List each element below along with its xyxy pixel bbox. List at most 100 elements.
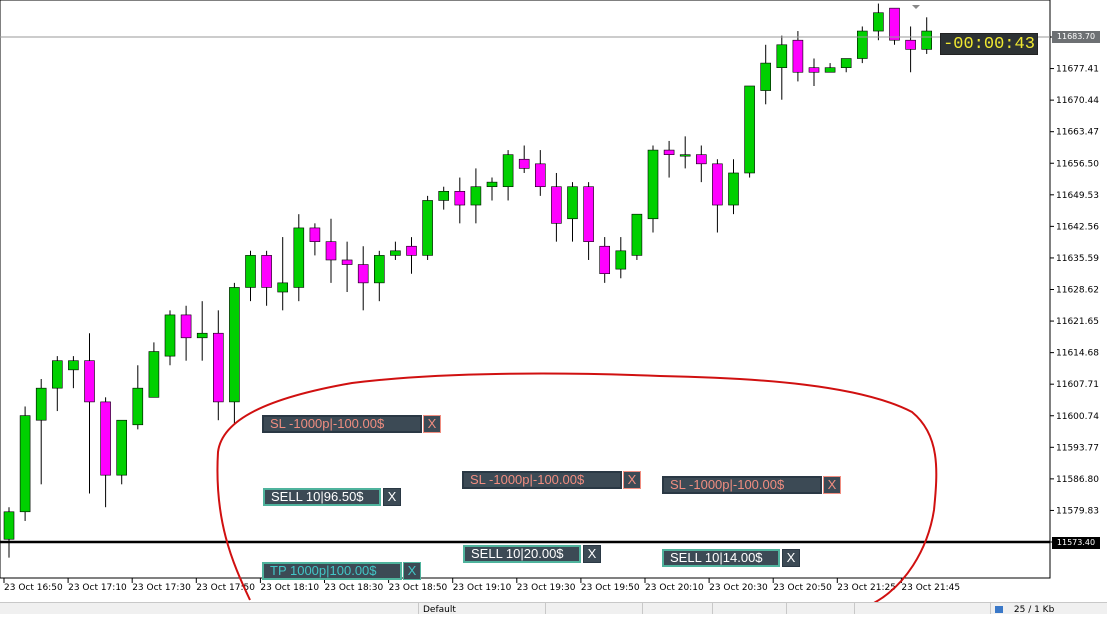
status-cell — [642, 603, 715, 614]
candle-body — [905, 39, 916, 50]
time-tick-label: 23 Oct 20:10 — [645, 583, 704, 593]
sell-order-label-1[interactable]: SELL 10|96.50$ — [263, 488, 381, 506]
status-cell — [545, 603, 645, 614]
connection-status[interactable]: 25 / 1 Kb — [990, 603, 1105, 615]
status-bar: Default 25 / 1 Kb — [0, 602, 1107, 615]
candle-body — [486, 181, 498, 188]
price-tick-label: 11663.47 — [1056, 128, 1099, 138]
candle-body — [277, 282, 289, 293]
price-tick-label: 11656.50 — [1056, 159, 1099, 169]
candle-body — [776, 44, 788, 68]
sl-label-2[interactable]: SL -1000p|-100.00$ — [462, 471, 622, 489]
status-cell — [786, 603, 857, 614]
price-tick-label: 11621.65 — [1056, 317, 1099, 327]
time-tick-label: 23 Oct 19:50 — [581, 583, 640, 593]
price-chart[interactable]: 11677.41 11670.44 11663.47 11656.50 11649.53… — [0, 0, 1107, 602]
candle-body — [196, 332, 208, 339]
sl-label-3[interactable]: SL -1000p|-100.00$ — [662, 476, 822, 494]
price-tick-label: 11607.71 — [1056, 380, 1099, 390]
candle-body — [856, 30, 868, 59]
time-tick-label: 23 Oct 19:30 — [517, 583, 576, 593]
candle-body — [213, 332, 224, 403]
candle-body — [309, 227, 321, 242]
time-tick-label: 23 Oct 17:30 — [132, 583, 191, 593]
candle-body — [583, 186, 594, 242]
candle-body — [84, 360, 95, 403]
candle-body — [229, 287, 240, 403]
candle-body — [3, 511, 15, 540]
price-tick-label: 11586.80 — [1056, 475, 1099, 485]
sell-close-button-2[interactable]: X — [583, 545, 601, 563]
candle-body — [406, 245, 417, 256]
candle-body — [390, 250, 401, 256]
candle-body — [615, 250, 627, 270]
candle-body — [840, 58, 852, 68]
candle-body — [728, 172, 739, 206]
sl-close-button-2[interactable]: X — [623, 471, 641, 489]
candle-body — [663, 149, 675, 155]
sell-order-label-3[interactable]: SELL 10|14.00$ — [662, 549, 780, 567]
last-price-tag: 11573.40 — [1052, 537, 1100, 549]
candle-body — [341, 259, 353, 265]
candle-body — [357, 264, 369, 284]
sell-order-label-2[interactable]: SELL 10|20.00$ — [463, 545, 581, 563]
time-axis: 23 Oct 16:50 23 Oct 17:10 23 Oct 17:30 23 O… — [3, 578, 960, 593]
candle-body — [534, 163, 546, 188]
status-cell — [712, 603, 789, 614]
candle-body — [873, 12, 884, 32]
price-tick-label: 11614.68 — [1056, 349, 1099, 359]
price-tick-label: 11628.62 — [1056, 286, 1099, 296]
price-axis: 11677.41 11670.44 11663.47 11656.50 11649.53… — [1050, 36, 1099, 543]
time-tick-label: 23 Oct 16:50 — [4, 583, 63, 593]
price-tick-label: 11642.56 — [1056, 222, 1099, 232]
price-tick-label: 11593.77 — [1056, 443, 1099, 453]
sell-close-button-1[interactable]: X — [383, 488, 401, 506]
candle-body — [889, 7, 900, 41]
price-tick-label: 11649.53 — [1056, 191, 1099, 201]
time-tick-label: 23 Oct 20:50 — [773, 583, 832, 593]
candle-body — [100, 401, 111, 476]
candle-body — [921, 30, 933, 50]
sl-close-button-3[interactable]: X — [823, 476, 841, 494]
price-tick-label: 11677.41 — [1056, 65, 1099, 75]
candle-body — [454, 190, 466, 206]
candle-body — [567, 186, 578, 220]
candle-body — [518, 158, 530, 169]
candle-body — [68, 360, 79, 371]
candle-body — [438, 190, 450, 201]
sl-label-1[interactable]: SL -1000p|-100.00$ — [262, 415, 422, 433]
traffic-label: 25 / 1 Kb — [1013, 605, 1055, 615]
bid-price-tag: 11683.70 — [1052, 31, 1100, 43]
time-tick-label: 23 Oct 17:10 — [68, 583, 127, 593]
candle-body — [695, 154, 707, 165]
candle-body — [373, 255, 385, 284]
candle-body — [164, 314, 176, 357]
candle-body — [679, 154, 691, 157]
tp-label[interactable]: TP 1000p|100.00$ — [262, 562, 402, 580]
connection-icon — [995, 606, 1003, 613]
time-tick-label: 23 Oct 18:10 — [260, 583, 319, 593]
candle-body — [792, 39, 804, 73]
time-tick-label: 23 Oct 21:25 — [837, 583, 896, 593]
sell-close-button-3[interactable]: X — [782, 549, 800, 567]
candle-body — [647, 149, 659, 220]
candle-body — [551, 186, 562, 224]
price-tick-label: 11600.74 — [1056, 412, 1099, 422]
time-tick-label: 23 Oct 19:10 — [453, 583, 512, 593]
profile-name: Default — [418, 603, 545, 615]
candle-body — [824, 67, 836, 73]
price-tick-label: 11670.44 — [1056, 96, 1099, 106]
time-tick-label: 23 Oct 21:45 — [901, 583, 960, 593]
price-tick-label: 11635.59 — [1056, 254, 1099, 264]
candle-body — [325, 241, 337, 261]
candle-body — [422, 200, 433, 256]
candle-body — [712, 163, 723, 206]
candle-body — [599, 245, 611, 275]
candle-countdown-timer: -00:00:43 — [940, 33, 1038, 55]
candle-body — [744, 85, 755, 174]
candle-body — [470, 186, 482, 206]
sl-close-button-1[interactable]: X — [423, 415, 441, 433]
candle-body — [245, 255, 256, 288]
candle-body — [116, 419, 127, 476]
tp-close-button[interactable]: X — [403, 562, 421, 580]
